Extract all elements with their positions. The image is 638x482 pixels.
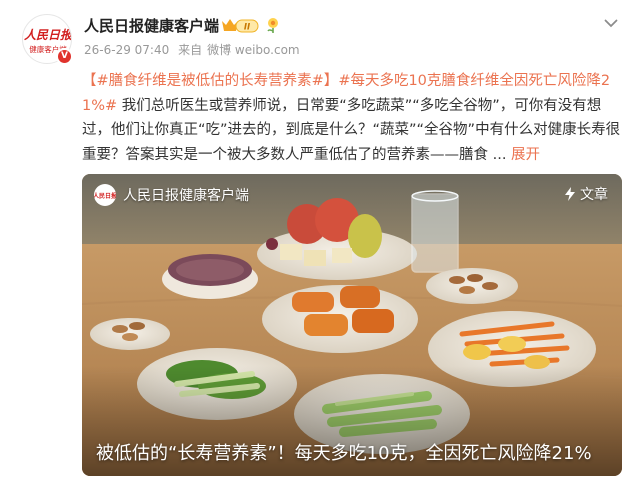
card-caption: 被低估的“长寿营养素”！每天多吃10克，全因死亡风险降21% (96, 443, 592, 464)
lightning-icon (565, 187, 575, 201)
verified-badge-icon: V (56, 48, 73, 65)
post-time[interactable]: 26-6-29 07:40 (84, 43, 169, 57)
expand-link[interactable]: 展开 (511, 147, 540, 163)
more-options-button[interactable] (600, 12, 622, 34)
card-type-label: 文章 (564, 184, 608, 204)
post-text: 【#膳食纤维是被低估的长寿营养素#】#每天多吃10克膳食纤维全因死亡风险降21%… (82, 69, 622, 167)
flower-medal-icon[interactable] (265, 16, 281, 34)
svg-text:II: II (244, 23, 250, 33)
card-source-avatar: 人民日报 (94, 184, 116, 206)
card-source: 人民日报 人民日报健康客户端 (94, 184, 249, 206)
source-prefix: 来自 (178, 43, 203, 57)
weibo-post: 人民日报 健康客户端 V 人民日报健康客户端 II 26-6-29 07:40 … (0, 0, 638, 482)
chevron-down-icon (604, 19, 618, 27)
svg-text:人民日报: 人民日报 (24, 28, 72, 42)
post-meta: 26-6-29 07:40 来自 微博 weibo.com (84, 42, 305, 58)
card-type-text: 文章 (580, 187, 608, 203)
card-source-name: 人民日报健康客户端 (123, 188, 249, 204)
hashtag-topic-1[interactable]: 【#膳食纤维是被低估的长寿营养素#】 (82, 73, 338, 89)
member-level-badge-icon[interactable]: II (220, 17, 260, 34)
author-name[interactable]: 人民日报健康客户端 (84, 16, 219, 36)
post-source[interactable]: 微博 weibo.com (207, 43, 300, 57)
article-card[interactable]: 人民日报 人民日报健康客户端 文章 被低估的“长寿营养素”！每天多吃10克，全因… (82, 174, 622, 476)
svg-text:人民日报: 人民日报 (94, 192, 116, 200)
author-avatar[interactable]: 人民日报 健康客户端 V (22, 14, 73, 65)
peoples-daily-logo: 人民日报 (94, 185, 116, 205)
